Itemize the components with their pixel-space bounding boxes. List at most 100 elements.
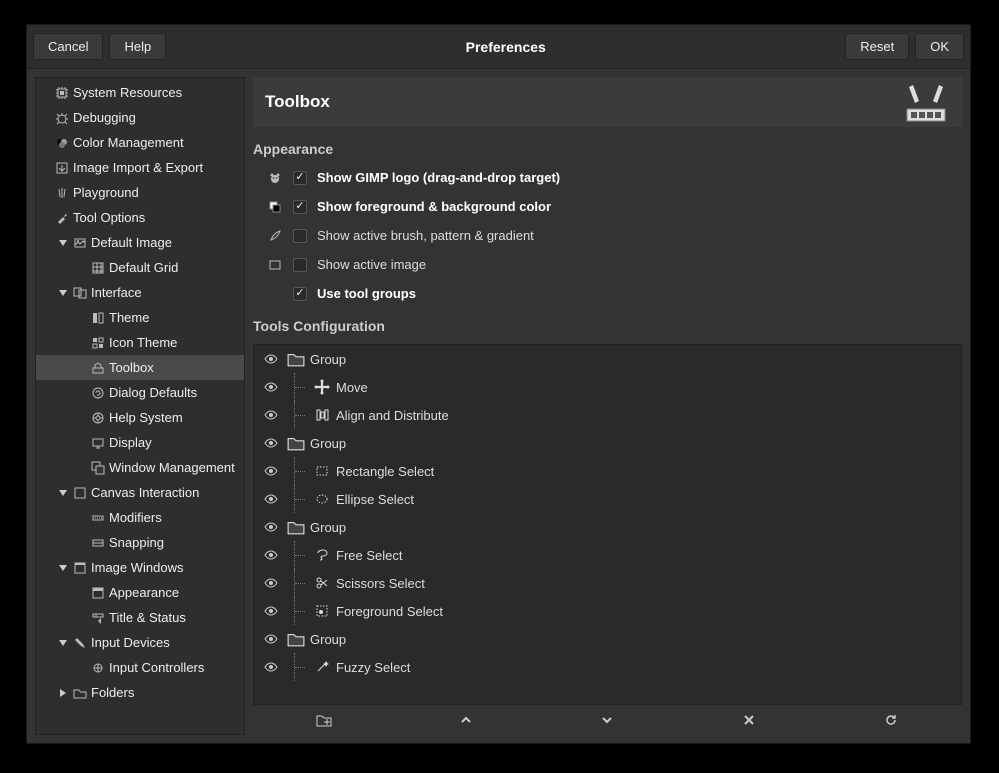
cancel-button[interactable]: Cancel <box>33 33 103 60</box>
tree-label: Title & Status <box>109 610 186 625</box>
tool-row-group[interactable]: Group <box>254 345 961 373</box>
tree-item-appearance[interactable]: Appearance <box>36 580 244 605</box>
expander-icon[interactable] <box>56 286 70 300</box>
tree-item-color-management[interactable]: Color Management <box>36 130 244 155</box>
tool-row-fuzzy-select[interactable]: Fuzzy Select <box>254 653 961 681</box>
tool-row-foreground-select[interactable]: Foreground Select <box>254 597 961 625</box>
tree-item-image-windows[interactable]: Image Windows <box>36 555 244 580</box>
tool-row-rectangle-select[interactable]: Rectangle Select <box>254 457 961 485</box>
visibility-toggle-icon[interactable] <box>262 574 280 592</box>
tree-item-icon-theme[interactable]: Icon Theme <box>36 330 244 355</box>
tree-item-playground[interactable]: Playground <box>36 180 244 205</box>
tool-label: Free Select <box>336 548 402 563</box>
tree-item-folders[interactable]: Folders <box>36 680 244 705</box>
visibility-toggle-icon[interactable] <box>262 658 280 676</box>
tree-item-default-grid[interactable]: Default Grid <box>36 255 244 280</box>
move-down-button[interactable] <box>595 708 619 732</box>
visibility-toggle-icon[interactable] <box>262 378 280 396</box>
tree-item-tool-options[interactable]: Tool Options <box>36 205 244 230</box>
tool-row-move[interactable]: Move <box>254 373 961 401</box>
expander-icon[interactable] <box>56 636 70 650</box>
reset-button[interactable]: Reset <box>845 33 909 60</box>
tree-item-input-devices[interactable]: Input Devices <box>36 630 244 655</box>
tool-row-scissors-select[interactable]: Scissors Select <box>254 569 961 597</box>
tree-item-theme[interactable]: Theme <box>36 305 244 330</box>
tree-item-toolbox[interactable]: Toolbox <box>36 355 244 380</box>
visibility-toggle-icon[interactable] <box>262 350 280 368</box>
help-button[interactable]: Help <box>109 33 166 60</box>
visibility-toggle-icon[interactable] <box>262 490 280 508</box>
visibility-toggle-icon[interactable] <box>262 546 280 564</box>
main-panel: Toolbox Appearance Show GIMP logo (drag-… <box>253 77 962 735</box>
tool-row-group[interactable]: Group <box>254 429 961 457</box>
check-row-4: Use tool groups <box>253 279 962 308</box>
tool-label: Fuzzy Select <box>336 660 410 675</box>
play-icon <box>54 185 70 201</box>
checkbox-label[interactable]: Show GIMP logo (drag-and-drop target) <box>317 170 560 185</box>
snap-icon <box>90 535 106 551</box>
visibility-toggle-icon[interactable] <box>262 406 280 424</box>
tree-label: Color Management <box>73 135 184 150</box>
input-icon <box>72 635 88 651</box>
delete-button[interactable] <box>737 708 761 732</box>
tree-label: Dialog Defaults <box>109 385 197 400</box>
tool-row-align-and-distribute[interactable]: Align and Distribute <box>254 401 961 429</box>
checkbox-label[interactable]: Use tool groups <box>317 286 416 301</box>
tree-item-dialog-defaults[interactable]: Dialog Defaults <box>36 380 244 405</box>
tree-item-title-status[interactable]: Title & Status <box>36 605 244 630</box>
visibility-toggle-icon[interactable] <box>262 434 280 452</box>
checkbox[interactable] <box>293 200 307 214</box>
move-up-button[interactable] <box>454 708 478 732</box>
checkbox[interactable] <box>293 258 307 272</box>
tree-item-debugging[interactable]: Debugging <box>36 105 244 130</box>
expander-icon[interactable] <box>56 486 70 500</box>
tree-item-canvas-interaction[interactable]: Canvas Interaction <box>36 480 244 505</box>
tree-label: Input Devices <box>91 635 170 650</box>
tool-label: Scissors Select <box>336 576 425 591</box>
ok-button[interactable]: OK <box>915 33 964 60</box>
visibility-toggle-icon[interactable] <box>262 518 280 536</box>
expander-icon[interactable] <box>56 561 70 575</box>
tree-line <box>294 485 308 513</box>
new-group-button[interactable] <box>312 708 336 732</box>
tree-item-snapping[interactable]: Snapping <box>36 530 244 555</box>
visibility-toggle-icon[interactable] <box>262 462 280 480</box>
tool-row-group[interactable]: Group <box>254 513 961 541</box>
checkbox[interactable] <box>293 171 307 185</box>
reset-button-icon[interactable] <box>879 708 903 732</box>
tree-item-display[interactable]: Display <box>36 430 244 455</box>
grid-icon <box>90 260 106 276</box>
expander-icon[interactable] <box>56 686 70 700</box>
tree-item-input-controllers[interactable]: Input Controllers <box>36 655 244 680</box>
visibility-toggle-icon[interactable] <box>262 630 280 648</box>
tree-item-window-management[interactable]: Window Management <box>36 455 244 480</box>
lasso-icon <box>312 545 332 565</box>
tool-row-ellipse-select[interactable]: Ellipse Select <box>254 485 961 513</box>
expander-icon[interactable] <box>56 236 70 250</box>
tree-label: Canvas Interaction <box>91 485 199 500</box>
tool-row-group[interactable]: Group <box>254 625 961 653</box>
appearance-checkboxes: Show GIMP logo (drag-and-drop target) Sho… <box>253 163 962 308</box>
tree-item-interface[interactable]: Interface <box>36 280 244 305</box>
visibility-toggle-icon[interactable] <box>262 602 280 620</box>
import-icon <box>54 160 70 176</box>
checkbox-label[interactable]: Show foreground & background color <box>317 199 551 214</box>
tree-label: Snapping <box>109 535 164 550</box>
tree-label: Help System <box>109 410 183 425</box>
tree-item-system-resources[interactable]: System Resources <box>36 80 244 105</box>
tree-label: Toolbox <box>109 360 154 375</box>
tree-line <box>294 373 308 401</box>
checkbox-label[interactable]: Show active image <box>317 257 426 272</box>
titlebar-left-buttons: Cancel Help <box>33 33 166 60</box>
tools-list[interactable]: GroupMoveAlign and DistributeGroupRectan… <box>253 344 962 705</box>
checkbox[interactable] <box>293 229 307 243</box>
tree-item-help-system[interactable]: Help System <box>36 405 244 430</box>
tree-item-modifiers[interactable]: Modifiers <box>36 505 244 530</box>
tool-row-free-select[interactable]: Free Select <box>254 541 961 569</box>
checkbox-label[interactable]: Show active brush, pattern & gradient <box>317 228 534 243</box>
checkbox[interactable] <box>293 287 307 301</box>
tree-item-default-image[interactable]: Default Image <box>36 230 244 255</box>
panel-header: Toolbox <box>253 77 962 127</box>
category-tree[interactable]: System ResourcesDebugging Color Managemen… <box>35 77 245 735</box>
tree-item-image-import-export[interactable]: Image Import & Export <box>36 155 244 180</box>
